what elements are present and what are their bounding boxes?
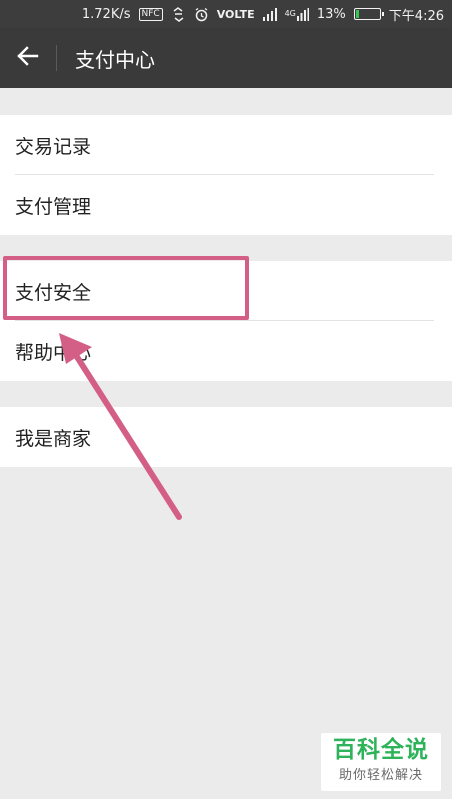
arrow-left-icon	[17, 46, 39, 70]
clock: 下午4:26	[388, 8, 444, 24]
alarm-icon	[194, 7, 209, 22]
menu-item-payment-management[interactable]: 支付管理	[0, 175, 452, 235]
nfc-icon: NFC	[138, 7, 163, 21]
status-bar: 1.72K/s NFC VOLTE 4G 13% 下午4:26	[0, 0, 452, 28]
watermark-subtitle: 助你轻松解决	[338, 768, 423, 783]
battery-icon	[353, 8, 384, 20]
menu-item-label: 我是商家	[15, 427, 92, 450]
menu-group-1: 交易记录 支付管理	[0, 115, 452, 235]
watermark: 百科全说 助你轻松解决	[321, 733, 441, 791]
menu-item-transaction-records[interactable]: 交易记录	[0, 115, 452, 175]
volte-label: VOLTE	[216, 7, 255, 21]
signal-icon	[262, 7, 277, 21]
menu-item-label: 帮助中心	[15, 341, 92, 364]
menu-item-label: 支付管理	[15, 195, 92, 218]
highlight-box	[3, 256, 249, 320]
app-bar-divider	[56, 45, 57, 71]
back-button[interactable]	[0, 28, 56, 88]
rotation-lock-icon	[171, 6, 186, 22]
app-bar: 支付中心	[0, 28, 452, 88]
menu-item-help-center[interactable]: 帮助中心	[0, 321, 452, 381]
watermark-title: 百科全说	[333, 737, 429, 763]
4g-signal-icon: 4G	[285, 7, 309, 21]
page-title: 支付中心	[75, 47, 155, 72]
network-speed: 1.72K/s	[81, 6, 131, 22]
battery-percent: 13%	[316, 6, 346, 22]
menu-item-label: 交易记录	[15, 135, 92, 158]
menu-group-3: 我是商家	[0, 407, 452, 467]
menu-item-merchant[interactable]: 我是商家	[0, 407, 452, 467]
